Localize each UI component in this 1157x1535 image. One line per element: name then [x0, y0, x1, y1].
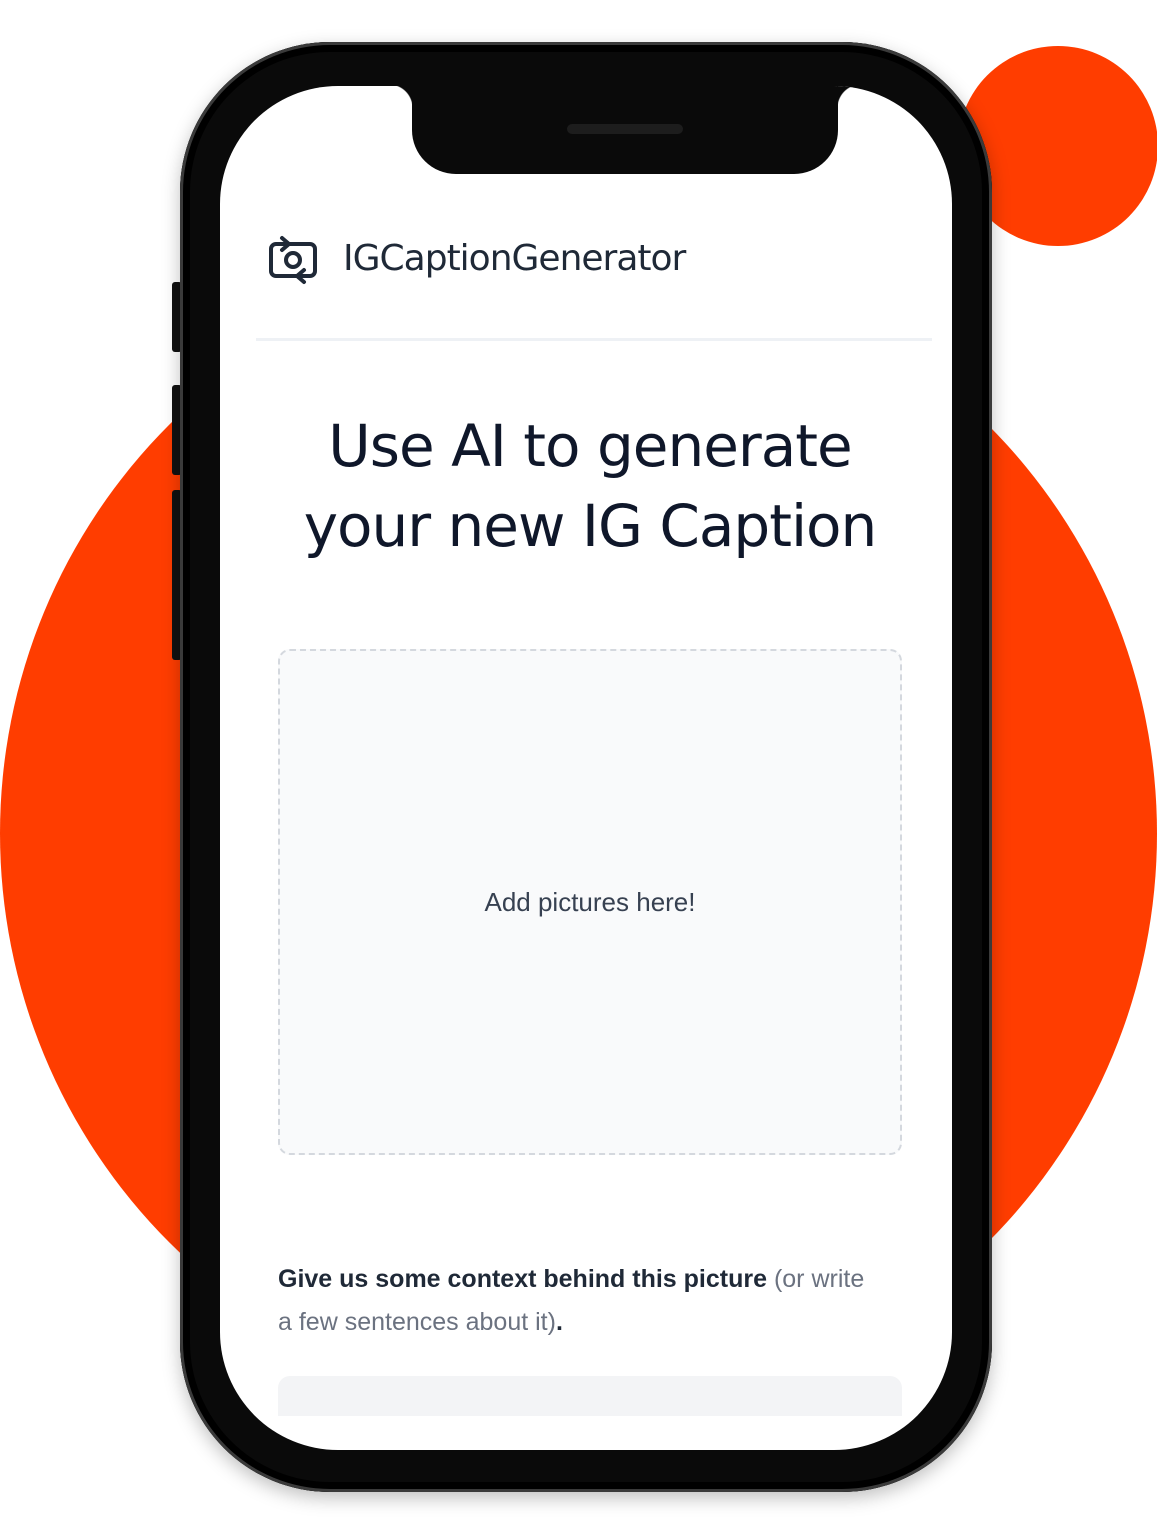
headline-line-2: your new IG Caption	[303, 492, 878, 560]
header-divider	[256, 338, 932, 341]
camera-rotate-icon	[269, 236, 317, 284]
phone-speaker	[567, 124, 683, 134]
headline-line-1: Use AI to generate	[328, 412, 852, 480]
context-prompt-strong: Give us some context behind this picture	[278, 1265, 767, 1293]
context-prompt: Give us some context behind this picture…	[278, 1258, 878, 1344]
app-header[interactable]: IGCaptionGenerator	[265, 230, 686, 286]
page-title: Use AI to generate your new IG Caption	[220, 406, 952, 566]
phone-screen: IGCaptionGenerator Use AI to generate yo…	[220, 86, 952, 1450]
image-dropzone[interactable]: Add pictures here!	[278, 649, 902, 1155]
phone-notch	[389, 86, 861, 174]
dropzone-label: Add pictures here!	[484, 886, 696, 917]
context-textarea[interactable]	[278, 1376, 902, 1416]
promo-stage: IGCaptionGenerator Use AI to generate yo…	[0, 0, 1157, 1535]
brand-name[interactable]: IGCaptionGenerator	[343, 238, 686, 279]
phone-frame: IGCaptionGenerator Use AI to generate yo…	[180, 42, 992, 1492]
context-prompt-end: .	[555, 1308, 563, 1336]
